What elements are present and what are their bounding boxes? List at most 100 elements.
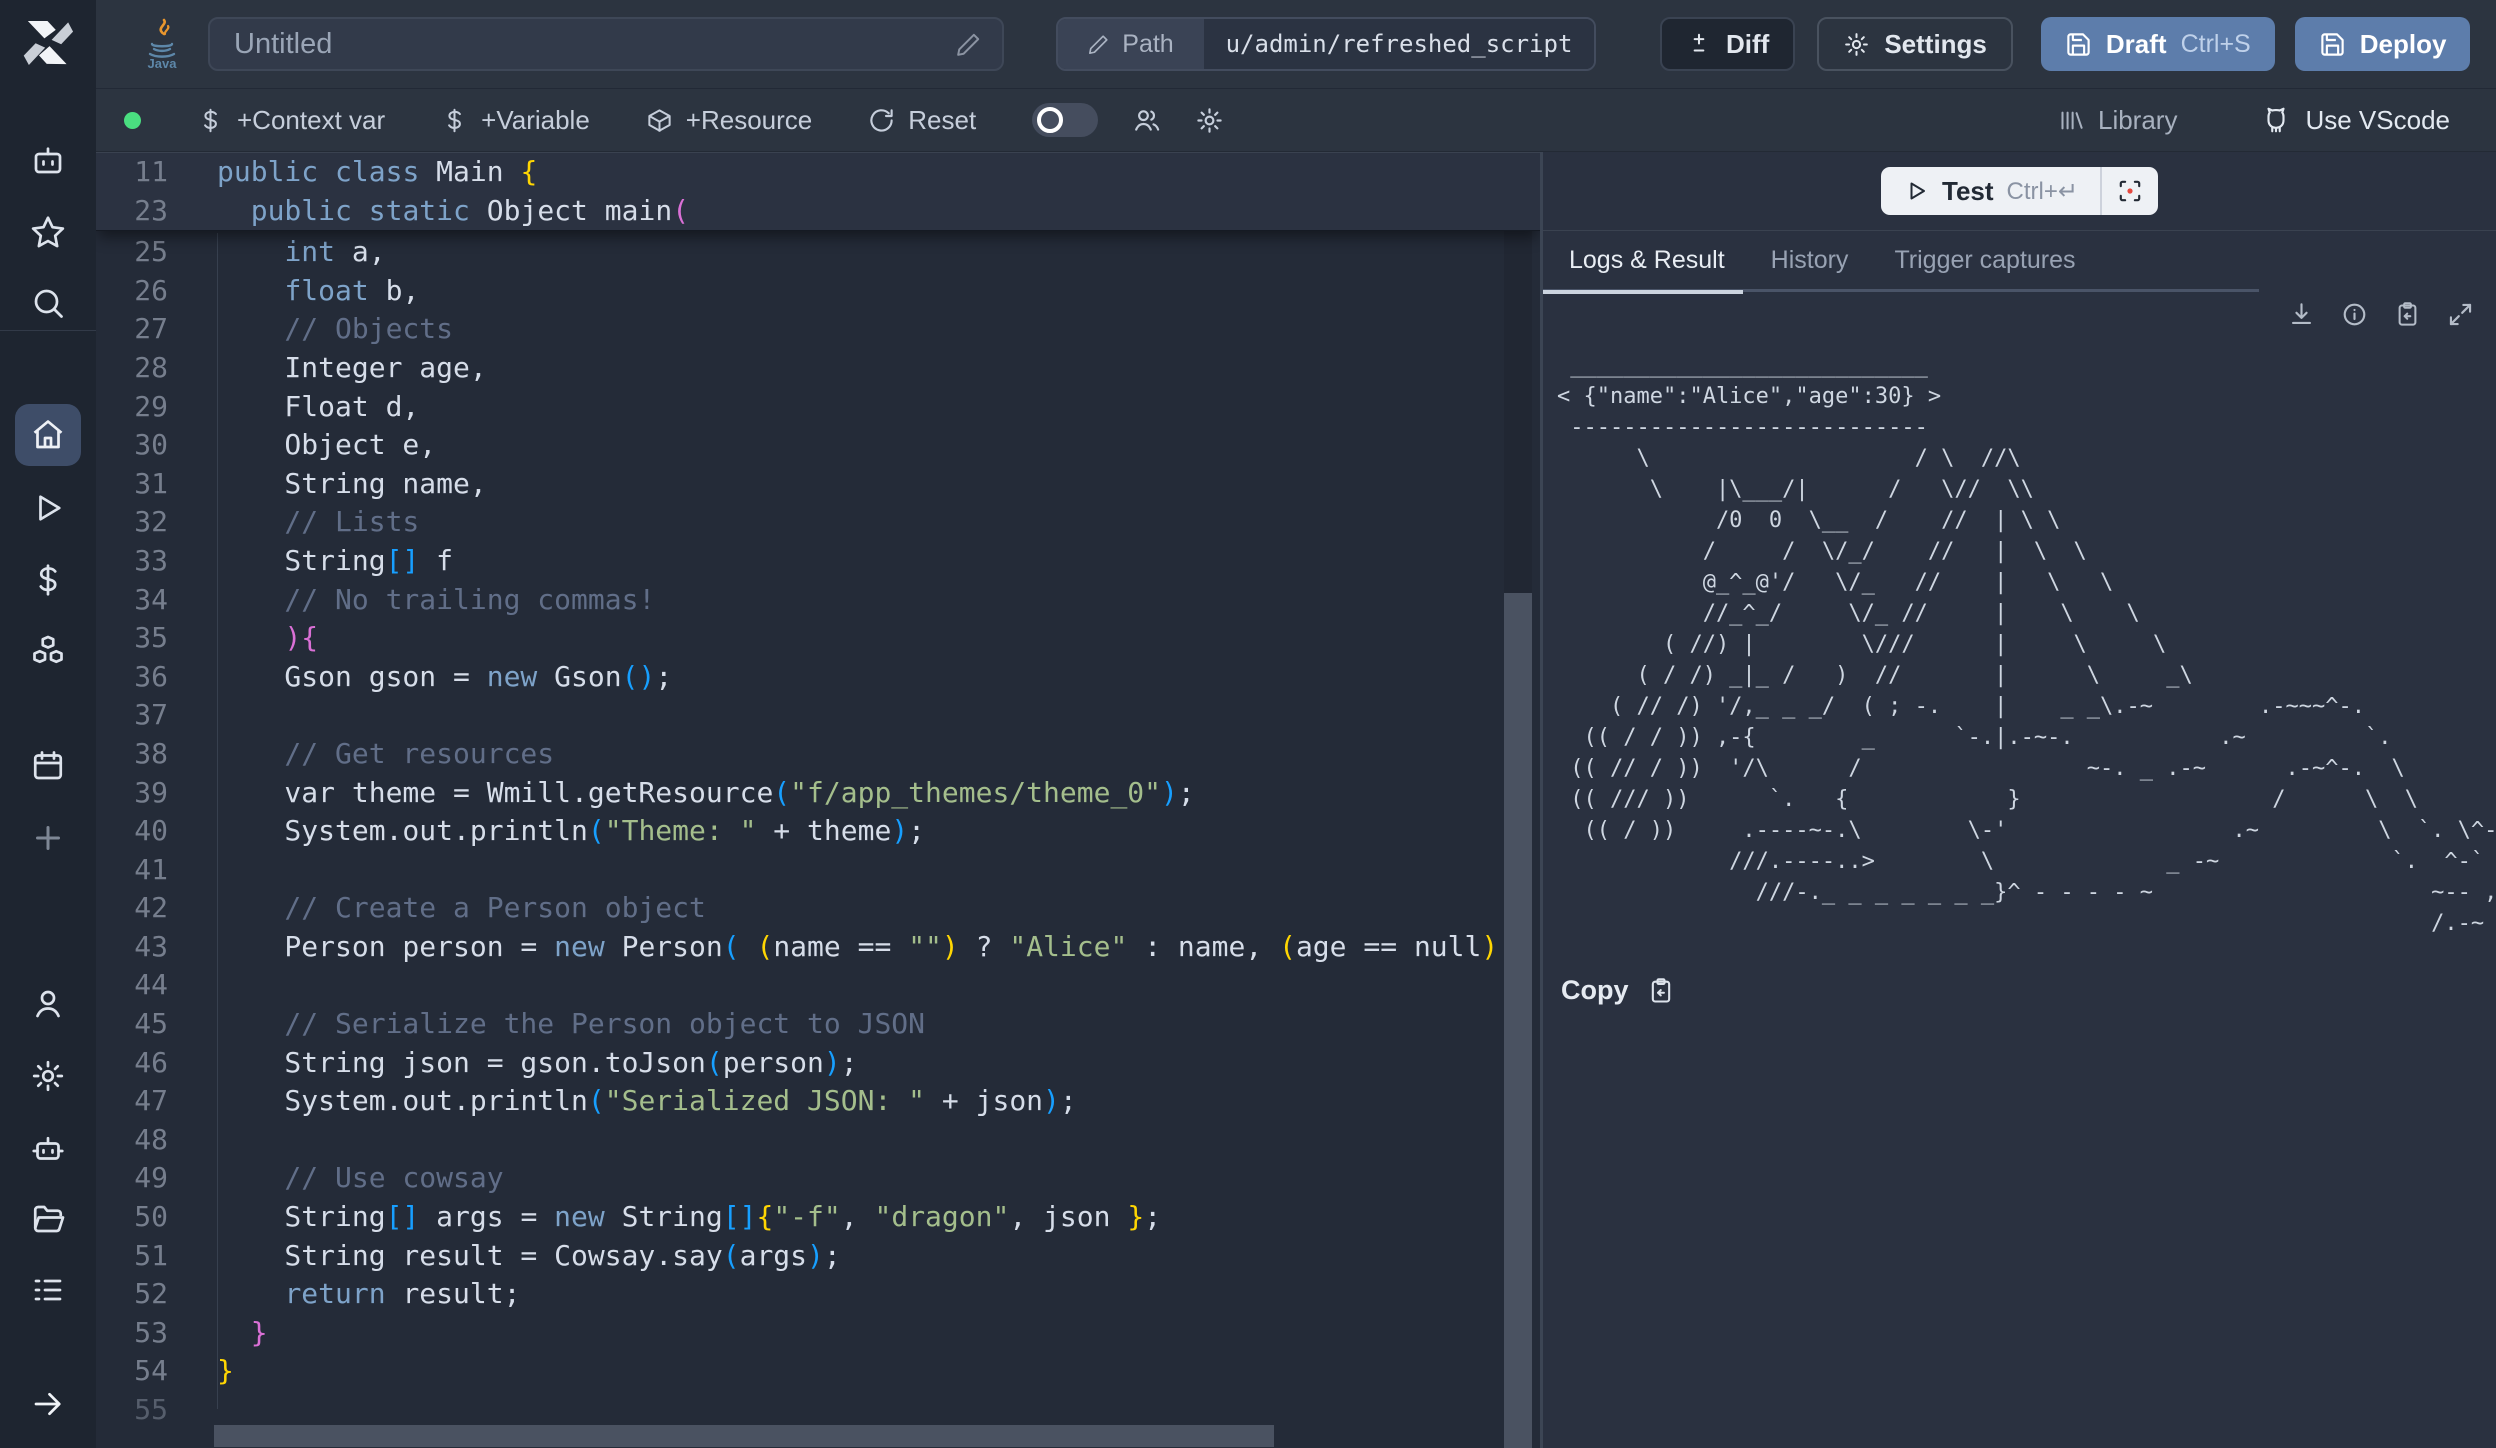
draft-button[interactable]: Draft Ctrl+S — [2041, 17, 2275, 71]
code-line: 51 String result = Cowsay.say(args); — [96, 1237, 1540, 1276]
octocat-icon — [2261, 105, 2291, 135]
line-number: 29 — [96, 388, 168, 427]
result-toolbar — [1543, 292, 2496, 336]
code-line: 23 public static Object main( — [96, 192, 1540, 231]
ai-assistant-icon[interactable] — [30, 142, 66, 178]
folders-icon[interactable] — [30, 1201, 66, 1237]
library-button[interactable]: Library — [2058, 105, 2177, 136]
expand-sidebar-icon[interactable] — [30, 1386, 66, 1422]
editor-vertical-scrollbar-thumb[interactable] — [1504, 593, 1532, 1448]
line-number: 28 — [96, 349, 168, 388]
create-new-icon[interactable] — [30, 820, 66, 856]
code-line: 11public class Main { — [96, 153, 1540, 192]
use-vscode-label: Use VScode — [2305, 105, 2450, 136]
deploy-button[interactable]: Deploy — [2295, 17, 2471, 71]
code-line: 42 // Create a Person object — [96, 889, 1540, 928]
add-variable-button[interactable]: +Variable — [441, 105, 590, 136]
copy-label: Copy — [1561, 975, 1629, 1006]
line-number: 36 — [96, 658, 168, 697]
runs-icon[interactable] — [30, 490, 66, 526]
windmill-logo-icon[interactable] — [17, 12, 79, 74]
account-icon[interactable] — [30, 986, 66, 1022]
code-line: 25 int a, — [96, 233, 1540, 272]
line-number: 38 — [96, 735, 168, 774]
code-line: 27 // Objects — [96, 310, 1540, 349]
search-icon[interactable] — [30, 285, 66, 321]
line-number: 31 — [96, 465, 168, 504]
settings-icon[interactable] — [30, 1058, 66, 1094]
code-line: 40 System.out.println("Theme: " + theme)… — [96, 812, 1540, 851]
test-button[interactable]: Test Ctrl+↵ — [1881, 176, 2100, 207]
line-number: 44 — [96, 966, 168, 1005]
tab-logs-and-result[interactable]: Logs & Result — [1569, 230, 1725, 291]
line-number: 53 — [96, 1314, 168, 1353]
windmill-script-editor: Java Untitled Path u/admin/refreshed_scr… — [0, 0, 2496, 1448]
save-icon — [2319, 31, 2346, 58]
editor-horizontal-scrollbar-thumb[interactable] — [214, 1425, 1274, 1447]
diff-button[interactable]: Diff — [1660, 17, 1795, 71]
code-editor[interactable]: 11public class Main {23 public static Ob… — [96, 152, 1540, 1448]
path-edit-button[interactable]: Path — [1058, 19, 1204, 69]
path-label: Path — [1122, 30, 1173, 59]
download-icon[interactable] — [2288, 301, 2315, 328]
logs-icon[interactable] — [30, 1272, 66, 1308]
diff-icon — [1686, 31, 1712, 57]
draft-shortcut: Ctrl+S — [2181, 30, 2251, 59]
line-number: 54 — [96, 1352, 168, 1391]
java-language-icon: Java — [140, 18, 184, 70]
library-label: Library — [2098, 105, 2177, 136]
info-icon[interactable] — [2341, 301, 2368, 328]
home-icon[interactable] — [30, 417, 66, 453]
run-output: ___________________________ < {"name":"A… — [1557, 350, 2496, 939]
line-number: 46 — [96, 1044, 168, 1083]
script-title-input[interactable]: Untitled — [208, 17, 1004, 71]
code-line: 35 ){ — [96, 619, 1540, 658]
path-value: u/admin/refreshed_script — [1204, 19, 1594, 69]
line-number: 39 — [96, 774, 168, 813]
editor-settings-gear-icon[interactable] — [1195, 106, 1224, 135]
add-resource-button[interactable]: +Resource — [646, 105, 812, 136]
line-number: 42 — [96, 889, 168, 928]
line-number: 51 — [96, 1237, 168, 1276]
favorites-icon[interactable] — [30, 214, 66, 250]
reset-button[interactable]: Reset — [868, 105, 976, 136]
path-pencil-icon — [1088, 33, 1110, 55]
workers-icon[interactable] — [30, 1130, 66, 1166]
test-shortcut: Ctrl+↵ — [2007, 177, 2078, 206]
resources-icon[interactable] — [30, 634, 66, 670]
schedules-icon[interactable] — [30, 748, 66, 784]
code-lines[interactable]: 25 int a,26 float b,27 // Objects28 Inte… — [96, 231, 1540, 1429]
collaboration-toggle[interactable] — [1032, 103, 1098, 137]
edit-title-pencil-icon[interactable] — [956, 31, 982, 57]
settings-button[interactable]: Settings — [1817, 17, 2013, 71]
reset-icon — [868, 107, 895, 134]
line-number: 23 — [96, 192, 168, 231]
clipboard-copy-icon[interactable] — [1647, 977, 1675, 1005]
line-number: 52 — [96, 1275, 168, 1314]
multiplayer-users-icon[interactable] — [1132, 106, 1161, 135]
capture-test-button[interactable] — [2102, 167, 2158, 215]
play-icon — [1905, 179, 1929, 203]
run-panel: Test Ctrl+↵ Logs & Result History Trigge… — [1543, 152, 2496, 1448]
code-line: 38 // Get resources — [96, 735, 1540, 774]
add-context-var-button[interactable]: +Context var — [197, 105, 385, 136]
clipboard-copy-icon[interactable] — [2394, 301, 2421, 328]
expand-icon[interactable] — [2447, 301, 2474, 328]
test-button-group[interactable]: Test Ctrl+↵ — [1881, 167, 2158, 215]
path-group[interactable]: Path u/admin/refreshed_script — [1056, 17, 1596, 71]
line-number: 49 — [96, 1159, 168, 1198]
use-vscode-button[interactable]: Use VScode — [2261, 105, 2450, 136]
variables-icon[interactable] — [30, 562, 66, 598]
copy-result-row[interactable]: Copy — [1561, 975, 2496, 1006]
tab-trigger-captures[interactable]: Trigger captures — [1894, 230, 2075, 291]
add-resource-label: +Resource — [686, 105, 812, 136]
code-line: 52 return result; — [96, 1275, 1540, 1314]
code-line: 31 String name, — [96, 465, 1540, 504]
code-line: 49 // Use cowsay — [96, 1159, 1540, 1198]
save-icon — [2065, 31, 2092, 58]
tab-history[interactable]: History — [1771, 230, 1849, 291]
line-number: 11 — [96, 153, 168, 192]
code-line: 44 — [96, 966, 1540, 1005]
line-number: 50 — [96, 1198, 168, 1237]
sidebar — [0, 0, 96, 1448]
